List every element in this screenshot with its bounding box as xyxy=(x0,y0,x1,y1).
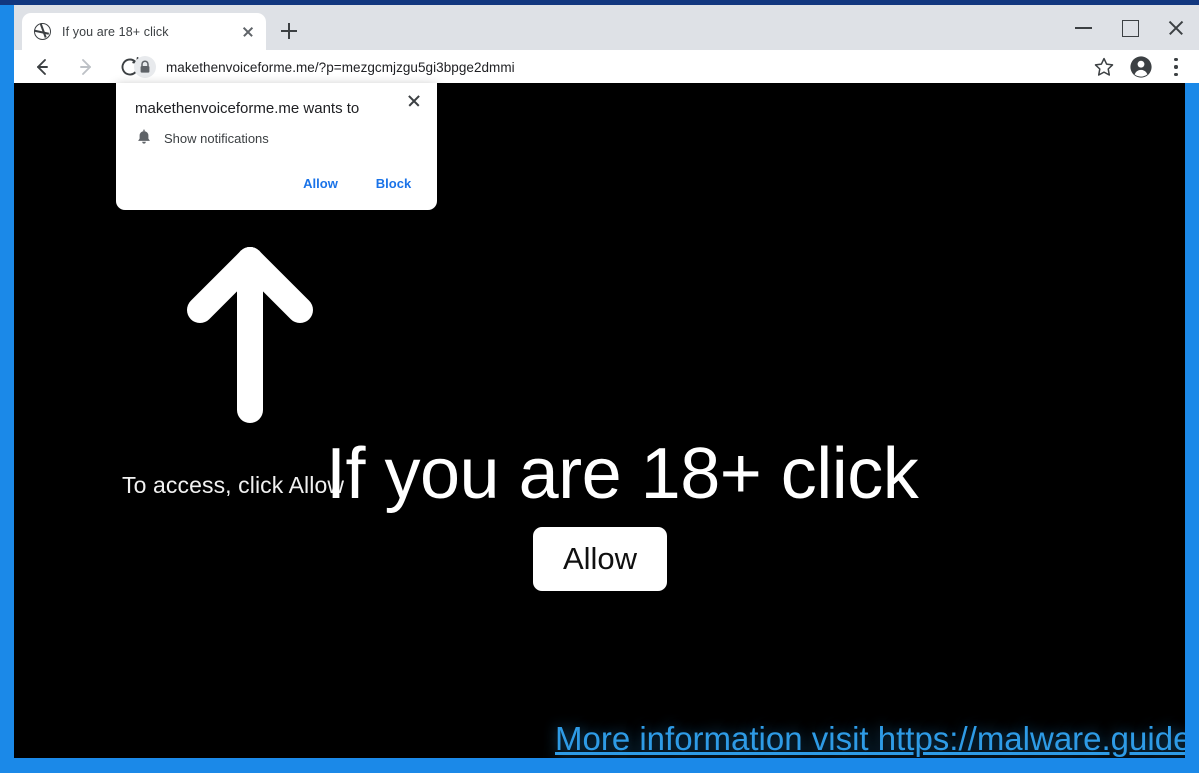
title-bar: If you are 18+ click xyxy=(14,5,1199,50)
maximize-icon[interactable] xyxy=(1107,5,1153,50)
arrow-up-icon xyxy=(180,238,320,428)
address-bar[interactable]: makethenvoiceforme.me/?p=mezgcmjzgu5gi3b… xyxy=(134,55,515,79)
close-icon[interactable] xyxy=(238,22,258,42)
forward-arrow-icon xyxy=(70,51,102,83)
url-text: makethenvoiceforme.me/?p=mezgcmjzgu5gi3b… xyxy=(166,59,515,75)
permission-dialog-title: makethenvoiceforme.me wants to xyxy=(135,100,360,117)
profile-avatar-icon[interactable] xyxy=(1129,55,1153,79)
lock-icon xyxy=(134,56,156,78)
permission-block-button[interactable]: Block xyxy=(362,168,425,199)
browser-window: If you are 18+ click makethenvoiceforme.… xyxy=(0,0,1199,773)
browser-tab[interactable]: If you are 18+ click xyxy=(22,13,266,50)
star-icon[interactable] xyxy=(1093,56,1115,78)
close-icon[interactable] xyxy=(402,89,426,113)
permission-row: Show notifications xyxy=(135,129,269,147)
plus-icon[interactable] xyxy=(275,17,303,45)
back-arrow-icon[interactable] xyxy=(26,51,58,83)
three-dot-menu-icon[interactable] xyxy=(1167,57,1185,77)
permission-label: Show notifications xyxy=(164,130,269,146)
allow-button[interactable]: Allow xyxy=(533,527,667,591)
access-caption: To access, click Allow xyxy=(122,472,345,498)
permission-allow-button[interactable]: Allow xyxy=(289,168,352,199)
bell-icon xyxy=(135,129,153,147)
tab-strip: If you are 18+ click xyxy=(14,5,1199,50)
browser-toolbar: makethenvoiceforme.me/?p=mezgcmjzgu5gi3b… xyxy=(14,50,1199,83)
globe-icon xyxy=(34,23,51,40)
minimize-icon[interactable] xyxy=(1061,5,1107,50)
page-title: If you are 18+ click xyxy=(326,434,919,514)
permission-actions: Allow Block xyxy=(289,168,425,199)
notification-permission-dialog: makethenvoiceforme.me wants to Show noti… xyxy=(116,83,437,210)
close-icon[interactable] xyxy=(1153,5,1199,50)
tab-title: If you are 18+ click xyxy=(62,24,169,39)
more-information-link[interactable]: More information visit https://malware.g… xyxy=(555,720,1185,758)
